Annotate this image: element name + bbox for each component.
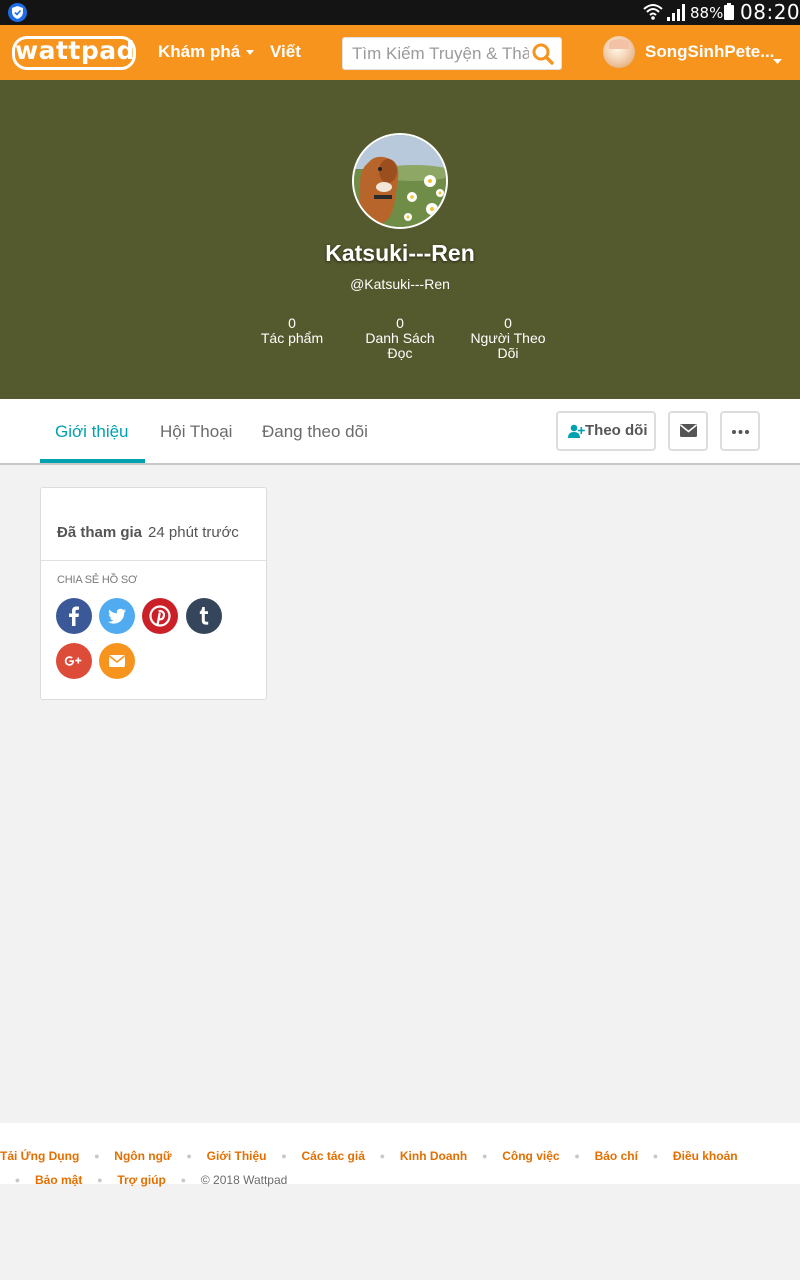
search-icon[interactable] <box>532 43 554 70</box>
footer-link-business[interactable]: Kinh Doanh <box>400 1149 467 1163</box>
stat-followers[interactable]: 0 Người Theo Dõi <box>460 316 556 361</box>
google-plus-icon[interactable] <box>56 643 92 679</box>
shield-icon <box>8 3 27 22</box>
facebook-icon[interactable] <box>56 598 92 634</box>
clock: 08:20 <box>740 0 800 24</box>
profile-handle: @Katsuki---Ren <box>350 276 450 292</box>
nav-write[interactable]: Viết <box>270 42 301 62</box>
message-button[interactable] <box>668 411 708 451</box>
profile-avatar <box>352 133 448 229</box>
footer-link-privacy[interactable]: Bảo mật <box>35 1173 82 1187</box>
footer-link-help[interactable]: Trợ giúp <box>117 1173 166 1187</box>
copyright: © 2018 Wattpad <box>200 1173 288 1187</box>
tab-following[interactable]: Đang theo dõi <box>262 422 368 442</box>
footer-links-row-2: ● Bảo mật ● Trợ giúp ● © 2018 Wattpad <box>14 1173 288 1187</box>
nav-discover[interactable]: Khám phá <box>158 42 255 62</box>
caret-down-icon <box>246 50 255 56</box>
stat-works[interactable]: 0 Tác phẩm <box>244 316 340 346</box>
status-bar: 88% 08:20 <box>0 0 800 25</box>
joined-info: Đã tham gia 24 phút trước <box>57 524 239 541</box>
divider <box>41 560 266 561</box>
user-menu[interactable]: SongSinhPete... <box>645 42 774 62</box>
footer-link-writers[interactable]: Các tác giả <box>302 1149 365 1163</box>
search-box <box>342 37 562 70</box>
tumblr-icon[interactable] <box>186 598 222 634</box>
footer-link-get-app[interactable]: Tải Ứng Dụng <box>0 1149 79 1163</box>
envelope-icon <box>680 424 697 437</box>
active-tab-indicator <box>40 459 145 463</box>
twitter-icon[interactable] <box>99 598 135 634</box>
add-user-icon <box>568 424 585 438</box>
footer-link-about[interactable]: Giới Thiệu <box>207 1149 267 1163</box>
about-card: Đã tham gia 24 phút trước CHIA SẺ HỒ SƠ <box>40 487 267 700</box>
top-nav: wattpad Khám phá Viết SongSinhPete... <box>0 25 800 80</box>
footer-link-jobs[interactable]: Công việc <box>502 1149 559 1163</box>
ellipsis-icon <box>732 430 749 434</box>
share-profile-label: CHIA SẺ HỒ SƠ <box>57 574 138 586</box>
footer-links-row-1: Tải Ứng Dụng ● Ngôn ngữ ● Giới Thiệu ● Các tác… <box>0 1149 738 1163</box>
footer-link-language[interactable]: Ngôn ngữ <box>114 1149 171 1163</box>
more-options-button[interactable] <box>720 411 760 451</box>
pinterest-icon[interactable] <box>142 598 178 634</box>
footer: Tải Ứng Dụng ● Ngôn ngữ ● Giới Thiệu ● Các tác… <box>0 1123 800 1187</box>
signal-icon <box>667 4 685 26</box>
wattpad-logo[interactable]: wattpad <box>12 36 136 70</box>
tab-about[interactable]: Giới thiệu <box>55 422 129 442</box>
stat-reading-lists[interactable]: 0 Danh Sách Đọc <box>352 316 448 361</box>
follow-button[interactable]: Theo dõi <box>556 411 656 451</box>
footer-link-terms[interactable]: Điều khoản <box>673 1149 738 1163</box>
user-avatar[interactable] <box>603 36 635 68</box>
battery-icon <box>724 3 734 20</box>
tab-conversations[interactable]: Hội Thoại <box>160 422 232 442</box>
search-input[interactable] <box>343 38 529 69</box>
profile-name: Katsuki---Ren <box>325 240 475 266</box>
profile-tabs: Giới thiệu Hội Thoại Đang theo dõi Theo … <box>0 399 800 465</box>
email-icon[interactable] <box>99 643 135 679</box>
caret-down-icon[interactable] <box>773 52 782 70</box>
battery-percent: 88% <box>690 4 724 22</box>
wifi-icon <box>643 3 663 26</box>
footer-link-press[interactable]: Báo chí <box>595 1149 638 1163</box>
profile-banner: Katsuki---Ren @Katsuki---Ren 0 Tác phẩm … <box>0 80 800 399</box>
